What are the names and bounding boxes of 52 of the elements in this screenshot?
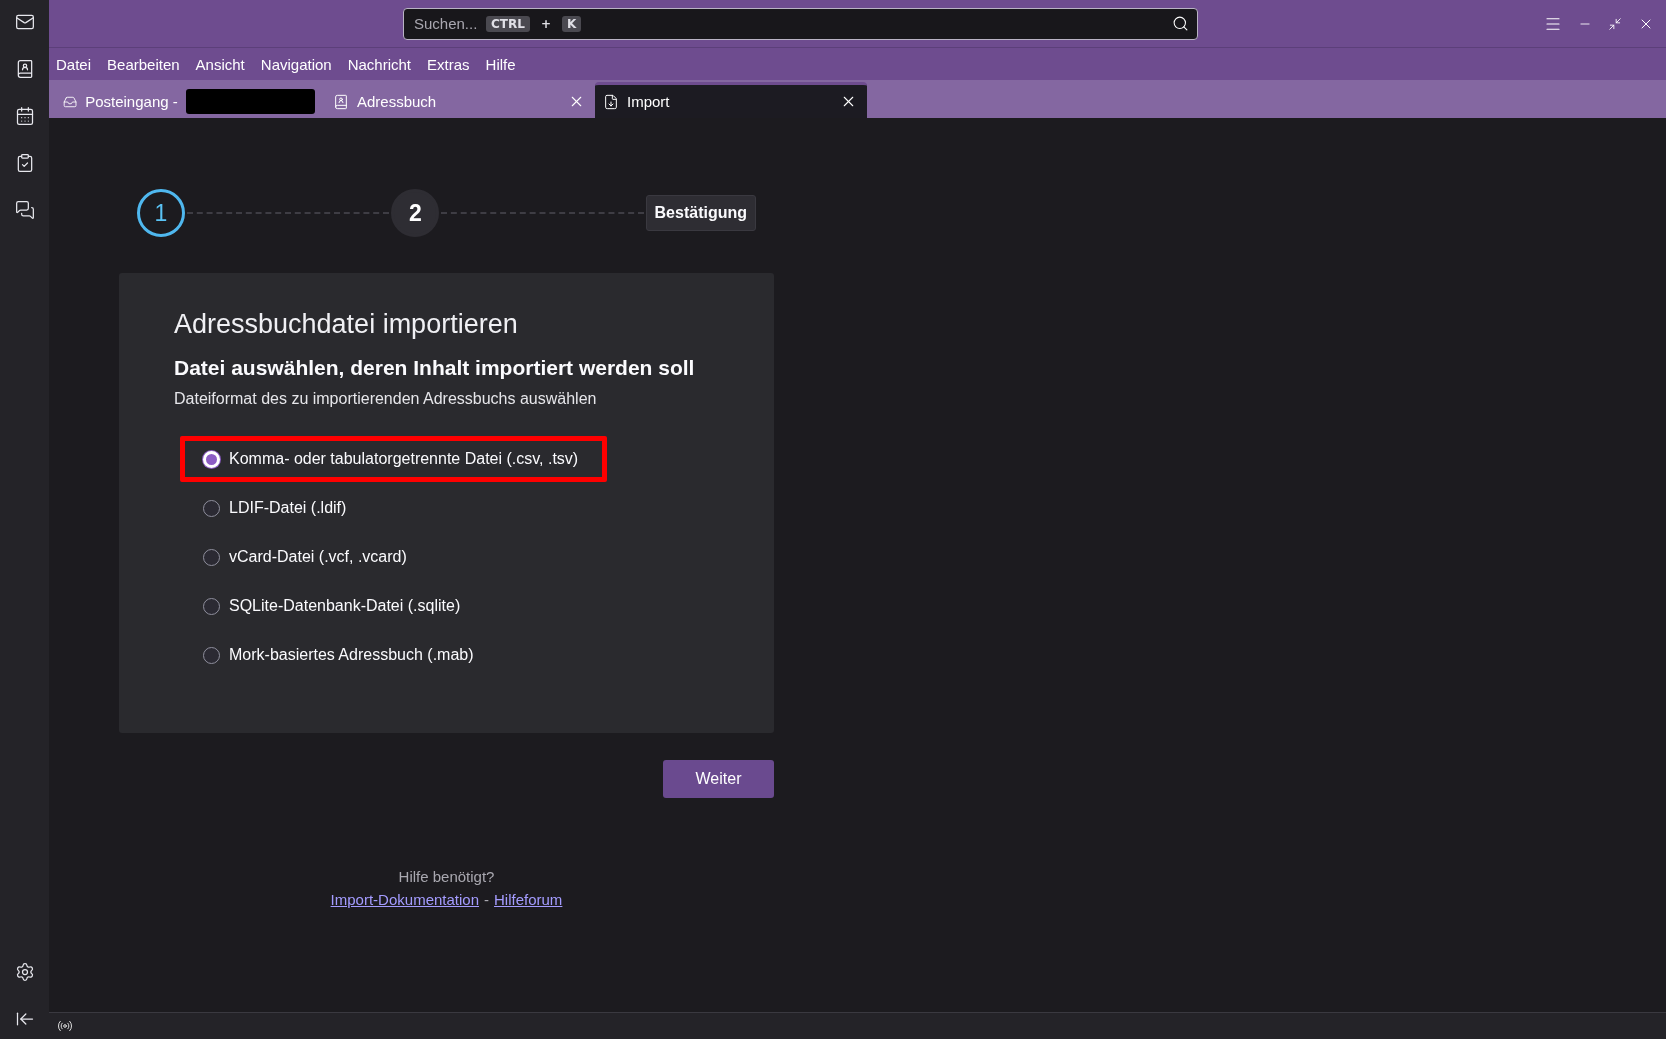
calendar-icon[interactable] <box>14 106 35 126</box>
option-label: vCard-Datei (.vcf, .vcard) <box>229 548 407 566</box>
tab-label: Adressbuch <box>357 93 437 110</box>
mail-icon[interactable] <box>14 12 35 32</box>
key-badge: CTRL <box>486 15 530 32</box>
menu-item[interactable]: Ansicht <box>195 55 245 73</box>
highlighted-option[interactable]: Komma- oder tabulatorgetrennte Datei (.csv, .tsv) <box>180 436 608 482</box>
help-link[interactable]: Hilfeforum <box>494 891 563 908</box>
radio-button[interactable] <box>203 646 220 664</box>
address-book-icon <box>333 93 349 110</box>
card-subtitle: Datei auswählen, deren Inhalt importiert werden soll <box>174 356 696 380</box>
menu-item[interactable]: Nachricht <box>347 55 412 73</box>
radio-button[interactable] <box>203 548 220 566</box>
option-label: Komma- oder tabulatorgetrennte Datei (.csv, .tsv) <box>229 450 579 468</box>
menu-item[interactable]: Datei <box>56 55 92 73</box>
option-label: Mork-basiertes Adressbuch (.mab) <box>229 646 474 664</box>
tab[interactable]: Import <box>595 82 867 118</box>
card-description: Dateiformat des zu importierenden Adressbuchs auswählen <box>174 390 598 408</box>
radio-option[interactable]: Mork-basiertes Adressbuch (.mab) <box>180 632 503 678</box>
help-link[interactable]: Import-Dokumentation <box>330 891 479 908</box>
radio-button[interactable] <box>203 597 220 615</box>
search-icon[interactable] <box>1172 15 1189 32</box>
radio-option[interactable]: SQLite-Datenbank-Datei (.sqlite) <box>180 583 490 629</box>
menu-item[interactable]: Bearbeiten <box>107 55 180 73</box>
step-indicator: 1 <box>137 189 185 237</box>
plus-sign: + <box>539 15 552 32</box>
next-button[interactable]: Weiter <box>663 760 774 798</box>
radio-button[interactable] <box>203 499 220 517</box>
tab-label: Import <box>627 93 670 110</box>
step-indicator: 2 <box>391 189 440 237</box>
step-indicator: Bestätigung <box>645 195 756 231</box>
chat-icon[interactable] <box>14 200 35 220</box>
search-input[interactable]: Suchen... <box>412 14 480 33</box>
help-question: Hilfe benötigt? <box>398 868 495 885</box>
option-label: SQLite-Datenbank-Datei (.sqlite) <box>229 597 461 615</box>
search-bar[interactable]: Suchen... CTRL + K <box>403 7 1198 40</box>
menu-item[interactable]: Navigation <box>260 55 332 73</box>
menu-item[interactable]: Extras <box>427 55 470 73</box>
key-badge: K <box>561 15 582 32</box>
radio-waves-icon <box>57 1018 73 1034</box>
tab[interactable]: Adressbuch <box>325 82 595 118</box>
download-file-icon <box>603 93 619 110</box>
option-label: LDIF-Datei (.ldif) <box>229 499 347 517</box>
link-separator: - <box>484 891 489 908</box>
tab-label: Posteingang - <box>85 93 178 110</box>
menu-item[interactable]: Hilfe <box>485 55 516 73</box>
tab[interactable]: Posteingang - <box>55 82 325 118</box>
radio-option[interactable]: LDIF-Datei (.ldif) <box>180 485 376 531</box>
radio-option[interactable]: vCard-Datei (.vcf, .vcard) <box>180 534 436 580</box>
card-title: Adressbuchdatei importieren <box>174 309 519 340</box>
settings-icon[interactable] <box>14 962 35 982</box>
restore-icon[interactable] <box>1608 16 1622 31</box>
